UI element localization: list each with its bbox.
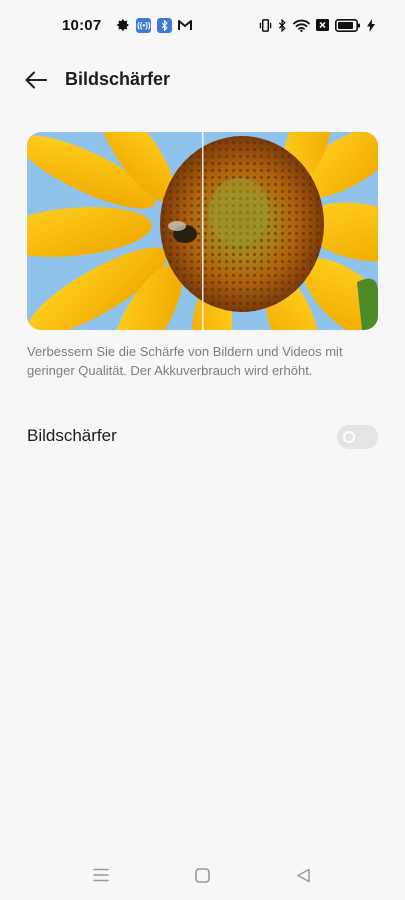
home-button[interactable] (190, 863, 214, 887)
menu-icon (93, 868, 109, 882)
charging-icon (367, 18, 375, 32)
setting-label: Bildschärfer (27, 426, 117, 445)
wifi-icon (293, 19, 310, 32)
toggle-knob (343, 431, 355, 443)
status-right (259, 18, 375, 32)
bluetooth-badge-icon (157, 17, 173, 33)
sim-off-icon (316, 19, 329, 31)
status-left: 10:07 ((•)) (62, 16, 193, 34)
recents-button[interactable] (89, 863, 113, 887)
gear-icon (117, 19, 130, 32)
navigation-bar (0, 855, 405, 895)
preview-image (27, 132, 378, 330)
battery-icon (335, 18, 361, 32)
setting-row-bildschaerfer[interactable]: Bildschärfer (0, 414, 405, 460)
vibrate-icon (259, 18, 272, 32)
bluetooth-icon (278, 18, 287, 32)
status-bar: 10:07 ((•)) (0, 0, 405, 50)
hotspot-icon: ((•)) (136, 17, 152, 33)
back-triangle-icon (296, 868, 310, 882)
back-button[interactable] (20, 64, 52, 96)
bildschaerfer-toggle[interactable] (337, 425, 378, 449)
header: Bildschärfer (0, 58, 405, 102)
home-icon (194, 867, 210, 883)
page-title: Bildschärfer (65, 69, 171, 89)
gmail-icon (178, 19, 193, 31)
arrow-left-icon (25, 71, 47, 89)
status-time: 10:07 (62, 16, 102, 34)
nav-back-button[interactable] (291, 863, 315, 887)
feature-description: Verbessern Sie die Schärfe von Bildern u… (27, 344, 343, 378)
